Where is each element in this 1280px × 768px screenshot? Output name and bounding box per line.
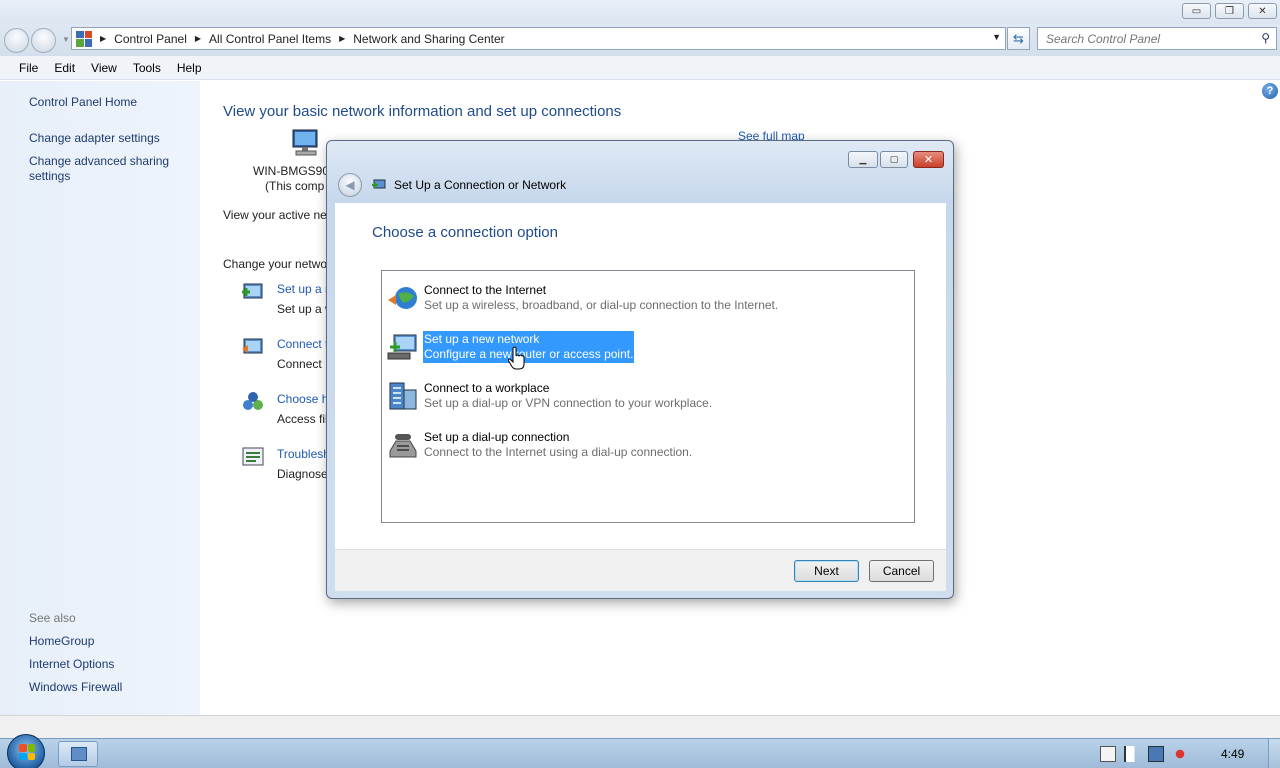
control-panel-icon bbox=[76, 30, 92, 47]
menu-view[interactable]: View bbox=[91, 61, 117, 75]
breadcrumb-control-panel[interactable]: Control Panel bbox=[114, 32, 187, 46]
refresh-button[interactable]: ⇆ bbox=[1007, 27, 1030, 50]
internet-options-link[interactable]: Internet Options bbox=[29, 657, 189, 672]
change-networking-heading: Change your netwo bbox=[223, 257, 328, 271]
dialog-close-button[interactable]: ✕ bbox=[913, 151, 944, 168]
homegroup-link[interactable]: HomeGroup bbox=[29, 634, 189, 649]
address-dropdown-icon[interactable]: ▼ bbox=[992, 32, 1001, 42]
network-setup-icon bbox=[372, 179, 386, 189]
dialog-body: Choose a connection option Connect to th… bbox=[335, 203, 946, 549]
refresh-icon: ⇆ bbox=[1013, 30, 1024, 46]
option-connect-workplace[interactable]: Connect to a workplace Set up a dial-up … bbox=[386, 380, 906, 414]
option-title: Connect to a workplace bbox=[424, 381, 550, 395]
status-bar bbox=[0, 715, 1280, 738]
workplace-building-icon bbox=[389, 382, 417, 410]
task-desc-choose: Access fil bbox=[277, 412, 328, 426]
connection-options-list: Connect to the Internet Set up a wireles… bbox=[381, 270, 915, 523]
restore-button[interactable]: ❐ bbox=[1215, 3, 1244, 19]
start-button[interactable] bbox=[7, 734, 45, 768]
option-setup-new-network[interactable]: Set up a new network Configure a new rou… bbox=[386, 331, 906, 365]
option-connect-internet[interactable]: Connect to the Internet Set up a wireles… bbox=[386, 282, 906, 316]
cancel-button[interactable]: Cancel bbox=[869, 560, 934, 582]
navigation-bar: ▼ ▶ Control Panel ▶ All Control Panel It… bbox=[0, 24, 1280, 56]
window-titlebar: ▭ ❐ ✕ bbox=[0, 0, 1280, 24]
network-router-icon bbox=[387, 334, 417, 360]
menu-bar: File Edit View Tools Help bbox=[0, 56, 1280, 80]
windows-logo-icon bbox=[19, 744, 35, 760]
option-dialup-connection[interactable]: Set up a dial-up connection Connect to t… bbox=[386, 429, 906, 463]
next-button[interactable]: Next bbox=[794, 560, 859, 582]
breadcrumb-separator-icon[interactable]: ▶ bbox=[339, 34, 345, 43]
back-button[interactable] bbox=[4, 28, 29, 53]
dialog-minimize-button[interactable]: ▁ bbox=[848, 151, 878, 168]
task-pane: Control Panel Home Change adapter settin… bbox=[0, 81, 200, 715]
close-button[interactable]: ✕ bbox=[1248, 3, 1277, 19]
breadcrumb-separator-icon[interactable]: ▶ bbox=[100, 34, 106, 43]
option-description: Set up a wireless, broadband, or dial-up… bbox=[424, 298, 779, 312]
control-panel-window-icon bbox=[71, 747, 87, 761]
search-icon[interactable]: ⚲ bbox=[1261, 31, 1270, 45]
windows-firewall-link[interactable]: Windows Firewall bbox=[29, 680, 189, 695]
taskbar: 4:49 bbox=[0, 734, 1280, 768]
setup-connection-dialog: ▁ ▢ ✕ ◀ Set Up a Connection or Network C… bbox=[326, 140, 954, 599]
minimize-button[interactable]: ▭ bbox=[1182, 3, 1211, 19]
clock[interactable]: 4:49 bbox=[1221, 747, 1244, 761]
action-center-flag-icon[interactable] bbox=[1124, 746, 1140, 762]
new-connection-icon bbox=[242, 283, 263, 299]
task-link-troubleshoot[interactable]: Troublesh bbox=[277, 447, 330, 461]
help-icon[interactable]: ? bbox=[1262, 83, 1278, 99]
task-desc-connect: Connect bbox=[277, 357, 322, 371]
globe-icon bbox=[388, 287, 417, 309]
option-title: Set up a new network bbox=[424, 332, 540, 346]
phone-modem-icon bbox=[389, 434, 417, 458]
menu-edit[interactable]: Edit bbox=[54, 61, 75, 75]
option-description: Configure a new router or access point. bbox=[424, 347, 634, 361]
volume-muted-icon[interactable] bbox=[1172, 746, 1188, 762]
search-box[interactable]: ⚲ bbox=[1037, 27, 1277, 50]
task-desc-troubleshoot: Diagnose bbox=[277, 467, 328, 481]
forward-button[interactable] bbox=[31, 28, 56, 53]
option-title: Connect to the Internet bbox=[424, 283, 547, 297]
computer-icon[interactable] bbox=[290, 128, 322, 158]
menu-help[interactable]: Help bbox=[177, 61, 202, 75]
active-networks-heading: View your active ne bbox=[223, 208, 327, 222]
troubleshoot-icon bbox=[242, 447, 264, 466]
computer-name: WIN-BMGS90 bbox=[253, 164, 330, 178]
dialog-footer: Next Cancel bbox=[335, 549, 946, 591]
task-link-connect[interactable]: Connect t bbox=[277, 337, 328, 351]
change-advanced-sharing-link[interactable]: Change advanced sharing settings bbox=[29, 154, 189, 184]
notes-icon[interactable] bbox=[1100, 746, 1116, 762]
computer-label: (This comp bbox=[265, 179, 325, 193]
dialog-heading: Choose a connection option bbox=[372, 224, 558, 241]
task-link-choose[interactable]: Choose h bbox=[277, 392, 328, 406]
breadcrumb-separator-icon[interactable]: ▶ bbox=[195, 34, 201, 43]
option-description: Set up a dial-up or VPN connection to yo… bbox=[424, 396, 713, 410]
breadcrumb-network-sharing[interactable]: Network and Sharing Center bbox=[353, 32, 504, 46]
dialog-maximize-button[interactable]: ▢ bbox=[880, 151, 908, 168]
connect-network-icon bbox=[242, 338, 263, 354]
search-input[interactable] bbox=[1046, 31, 1246, 46]
recent-pages-dropdown-icon[interactable]: ▼ bbox=[62, 35, 70, 44]
system-tray bbox=[1100, 746, 1188, 762]
option-title: Set up a dial-up connection bbox=[424, 430, 570, 444]
page-title: View your basic network information and … bbox=[223, 103, 622, 120]
see-also-heading: See also bbox=[29, 611, 76, 625]
dialog-back-button[interactable]: ◀ bbox=[338, 173, 362, 197]
address-bar[interactable]: ▶ Control Panel ▶ All Control Panel Item… bbox=[71, 27, 1006, 50]
dialog-title: Set Up a Connection or Network bbox=[394, 178, 567, 192]
breadcrumb-all-items[interactable]: All Control Panel Items bbox=[209, 32, 331, 46]
menu-tools[interactable]: Tools bbox=[133, 61, 161, 75]
show-desktop-button[interactable] bbox=[1268, 739, 1280, 768]
network-status-icon[interactable] bbox=[1148, 746, 1164, 762]
taskbar-control-panel-button[interactable] bbox=[58, 741, 98, 767]
change-adapter-settings-link[interactable]: Change adapter settings bbox=[29, 131, 189, 146]
homegroup-sharing-icon bbox=[243, 392, 263, 410]
control-panel-home-link[interactable]: Control Panel Home bbox=[29, 95, 189, 110]
task-link-setup[interactable]: Set up a n bbox=[277, 282, 332, 296]
hand-cursor-icon bbox=[508, 346, 525, 370]
menu-file[interactable]: File bbox=[19, 61, 38, 75]
option-description: Connect to the Internet using a dial-up … bbox=[424, 445, 693, 459]
